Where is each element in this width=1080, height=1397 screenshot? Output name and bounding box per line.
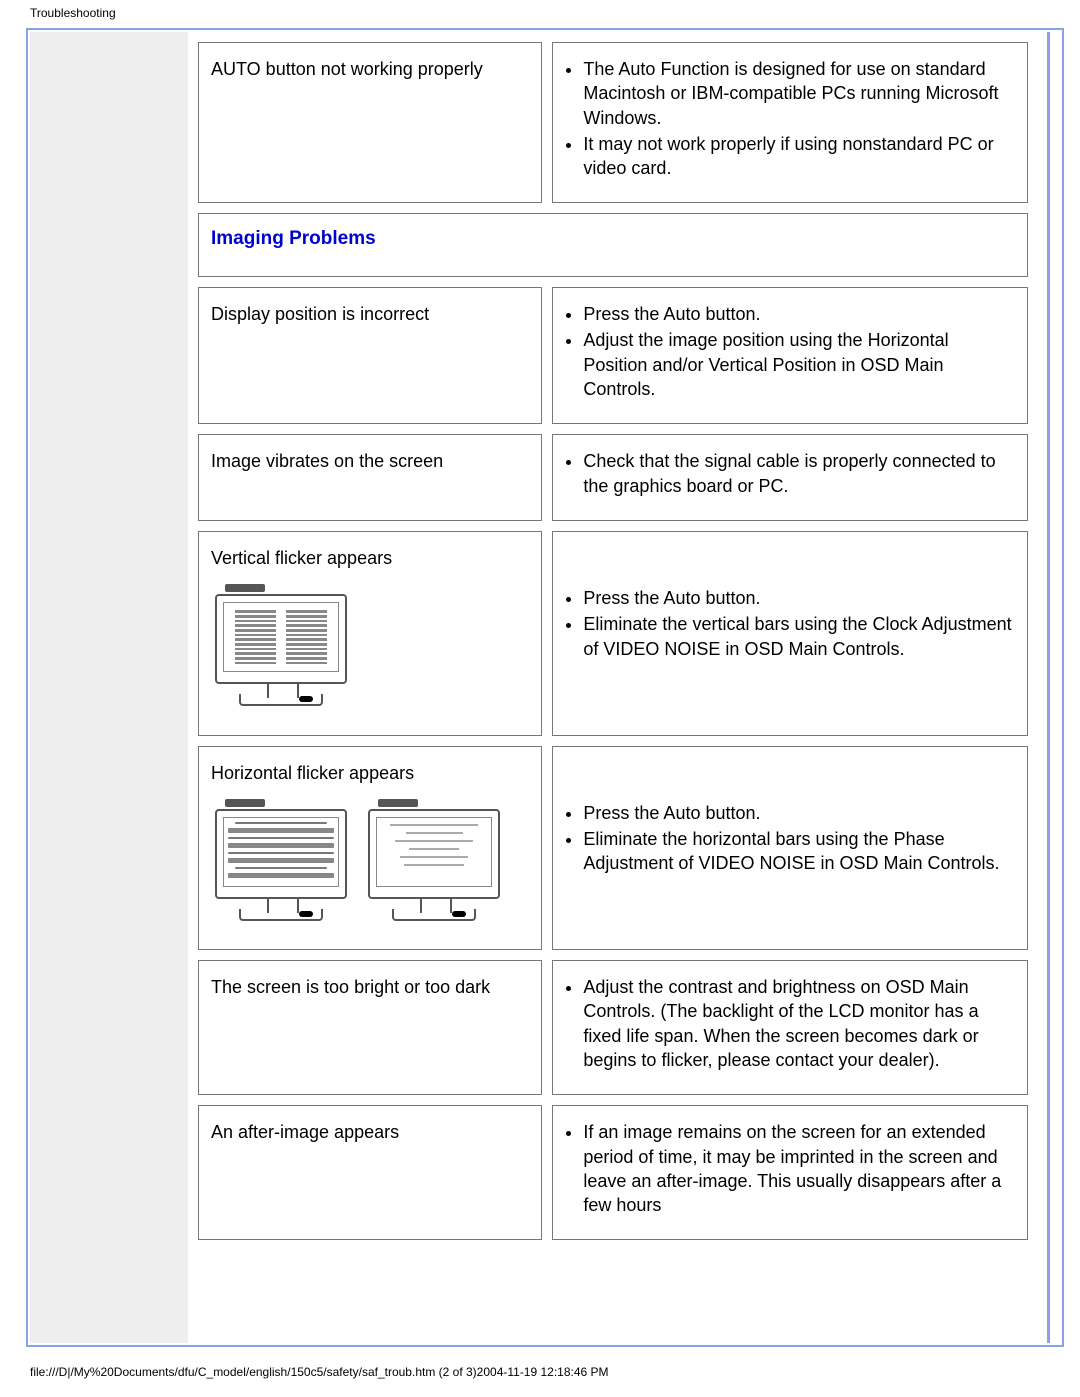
solution-item: If an image remains on the screen for an…	[583, 1120, 1015, 1217]
problem-cell: An after-image appears	[198, 1105, 542, 1240]
solution-cell: The Auto Function is designed for use on…	[552, 42, 1028, 203]
solution-item: Adjust the contrast and brightness on OS…	[583, 975, 1015, 1072]
table-row: Image vibrates on the screen Check that …	[198, 434, 1028, 521]
content-frame: AUTO button not working properly The Aut…	[26, 28, 1064, 1347]
solution-cell: Check that the signal cable is properly …	[552, 434, 1028, 521]
solution-item: Adjust the image position using the Hori…	[583, 328, 1015, 401]
troubleshooting-table: AUTO button not working properly The Aut…	[188, 32, 1038, 1250]
page-header-title: Troubleshooting	[30, 6, 116, 20]
horizontal-flicker-illustration-after	[364, 799, 504, 923]
problem-label: The screen is too bright or too dark	[211, 977, 490, 997]
horizontal-flicker-illustration-before	[211, 799, 351, 923]
problem-cell: Horizontal flicker appears	[198, 746, 542, 951]
table-row: AUTO button not working properly The Aut…	[198, 42, 1028, 203]
solution-cell: Adjust the contrast and brightness on OS…	[552, 960, 1028, 1095]
solution-item: Check that the signal cable is properly …	[583, 449, 1015, 498]
solution-cell: Press the Auto button. Eliminate the hor…	[552, 746, 1028, 951]
page-root: Troubleshooting AUTO button not working …	[0, 0, 1080, 1397]
table-row: Imaging Problems	[198, 213, 1028, 277]
solution-list: The Auto Function is designed for use on…	[583, 57, 1015, 180]
solution-item: Eliminate the horizontal bars using the …	[583, 827, 1015, 876]
table-row: The screen is too bright or too dark Adj…	[198, 960, 1028, 1095]
problem-cell: The screen is too bright or too dark	[198, 960, 542, 1095]
problem-cell: AUTO button not working properly	[198, 42, 542, 203]
table-row: Horizontal flicker appears	[198, 746, 1028, 951]
problem-label: Display position is incorrect	[211, 304, 429, 324]
solution-item: Press the Auto button.	[583, 586, 1015, 610]
problem-label: AUTO button not working properly	[211, 59, 483, 79]
content-area: AUTO button not working properly The Aut…	[188, 32, 1038, 1343]
solution-list: Press the Auto button. Adjust the image …	[583, 302, 1015, 401]
solution-item: Press the Auto button.	[583, 801, 1015, 825]
table-row: Vertical flicker appears	[198, 531, 1028, 736]
solution-cell: If an image remains on the screen for an…	[552, 1105, 1028, 1240]
solution-list: Press the Auto button. Eliminate the ver…	[583, 586, 1015, 661]
solution-cell: Press the Auto button. Adjust the image …	[552, 287, 1028, 424]
solution-item: The Auto Function is designed for use on…	[583, 57, 1015, 130]
navigation-gutter	[30, 32, 188, 1343]
imaging-problems-heading: Imaging Problems	[211, 228, 376, 249]
solution-list: Check that the signal cable is properly …	[583, 449, 1015, 498]
solution-item: It may not work properly if using nonsta…	[583, 132, 1015, 181]
solution-list: Adjust the contrast and brightness on OS…	[583, 975, 1015, 1072]
solution-list: Press the Auto button. Eliminate the hor…	[583, 801, 1015, 876]
right-accent-line	[1047, 32, 1050, 1343]
section-heading-cell: Imaging Problems	[198, 213, 1028, 277]
solution-item: Press the Auto button.	[583, 302, 1015, 326]
problem-label: Image vibrates on the screen	[211, 451, 443, 471]
solution-item: Eliminate the vertical bars using the Cl…	[583, 612, 1015, 661]
problem-cell: Vertical flicker appears	[198, 531, 542, 736]
problem-label: Horizontal flicker appears	[211, 763, 414, 783]
table-row: An after-image appears If an image remai…	[198, 1105, 1028, 1240]
table-row: Display position is incorrect Press the …	[198, 287, 1028, 424]
vertical-flicker-illustration	[211, 584, 351, 708]
problem-cell: Image vibrates on the screen	[198, 434, 542, 521]
solution-list: If an image remains on the screen for an…	[583, 1120, 1015, 1217]
solution-cell: Press the Auto button. Eliminate the ver…	[552, 531, 1028, 736]
problem-label: Vertical flicker appears	[211, 548, 392, 568]
problem-label: An after-image appears	[211, 1122, 399, 1142]
problem-cell: Display position is incorrect	[198, 287, 542, 424]
footer-file-path: file:///D|/My%20Documents/dfu/C_model/en…	[30, 1365, 609, 1379]
